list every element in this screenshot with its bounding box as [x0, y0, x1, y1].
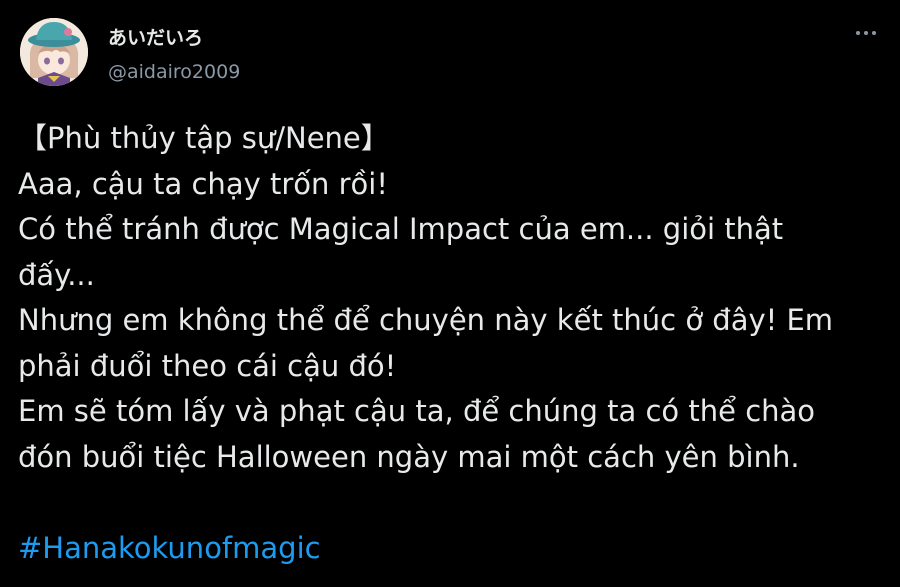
tweet-text-line: Em sẽ tóm lấy và phạt cậu ta, để chúng t… — [18, 394, 816, 428]
tweet-card: あいだいろ @aidairo2009 【Phù thủy tập sự/Nene… — [0, 0, 900, 587]
tweet-text-line: Có thể tránh được Magical Impact của em.… — [18, 212, 784, 246]
tweet-text: 【Phù thủy tập sự/Nene】 Aaa, cậu ta chạy … — [18, 116, 884, 480]
more-icon-dot — [864, 31, 868, 35]
tweet-text-line: đón buổi tiệc Halloween ngày mai một các… — [18, 439, 800, 474]
hashtag-link[interactable]: #Hanakokunofmagic — [18, 526, 321, 571]
author-username[interactable]: @aidairo2009 — [108, 60, 240, 84]
tweet-text-line: đấy... — [18, 257, 95, 292]
more-icon-dot — [856, 31, 860, 35]
avatar[interactable] — [20, 18, 88, 86]
tweet-text-line: 【Phù thủy tập sự/Nene】 — [18, 121, 390, 155]
tweet-text-line: Aaa, cậu ta chạy trốn rồi! — [18, 166, 388, 201]
avatar-illustration — [20, 18, 88, 86]
more-options-button[interactable] — [846, 20, 886, 46]
tweet-text-line: Nhưng em không thể để chuyện này kết thú… — [18, 303, 834, 337]
tweet-text-line: phải đuổi theo cái cậu đó! — [18, 348, 397, 383]
more-icon-dot — [872, 31, 876, 35]
author-display-name[interactable]: あいだいろ — [108, 26, 203, 50]
